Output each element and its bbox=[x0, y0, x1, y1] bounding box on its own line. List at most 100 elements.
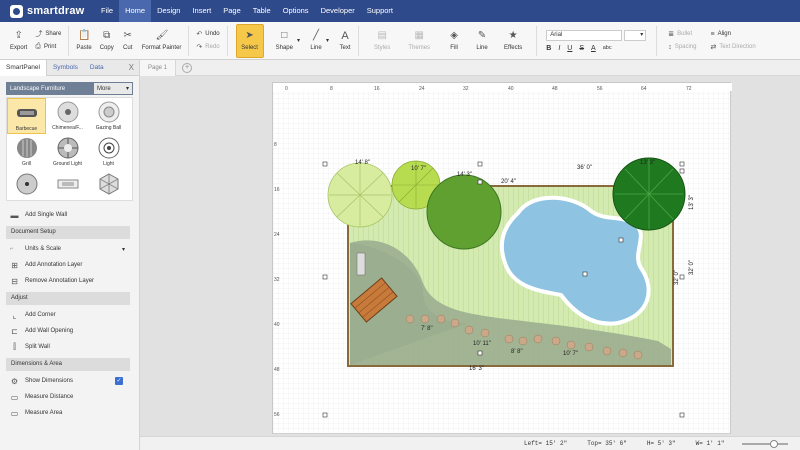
shape-barbecue[interactable]: Barbecue bbox=[7, 98, 46, 134]
strikethrough-button[interactable]: S bbox=[579, 45, 584, 52]
shape-label: Gazing Ball bbox=[95, 125, 122, 131]
shape-chimenea[interactable]: Chimenea/F... bbox=[48, 98, 87, 134]
zoom-slider-knob[interactable] bbox=[770, 439, 779, 448]
shape-light[interactable]: Light bbox=[89, 134, 128, 170]
shape-umbrella[interactable] bbox=[89, 170, 128, 200]
menu-insert[interactable]: Insert bbox=[186, 0, 217, 22]
tree-green[interactable] bbox=[426, 174, 502, 250]
add-annotation-layer-button[interactable]: ⊞ Add Annotation Layer bbox=[0, 257, 139, 273]
shape-label: Barbecue bbox=[15, 126, 38, 132]
shape-bench[interactable] bbox=[48, 170, 87, 200]
library-title: Landscape Furniture bbox=[10, 85, 66, 92]
menu-file[interactable]: File bbox=[95, 0, 119, 22]
units-scale-button[interactable]: ⌐ Units & Scale ▾ bbox=[0, 241, 139, 257]
format-painter-button[interactable]: 🖌 Format Painter bbox=[138, 24, 186, 58]
status-width: W= 1' 1" bbox=[695, 440, 725, 447]
measure-area-button[interactable]: ▭ Measure Area bbox=[0, 405, 139, 421]
menu-options[interactable]: Options bbox=[277, 0, 315, 22]
share-icon: ⤴ bbox=[35, 31, 43, 38]
italic-button[interactable]: I bbox=[558, 45, 560, 52]
app-logo[interactable]: smartdraw bbox=[0, 4, 95, 18]
align-button[interactable]: ≡ Align bbox=[710, 28, 755, 41]
barbecue-icon bbox=[15, 101, 39, 125]
remove-annotation-layer-button[interactable]: ⊟ Remove Annotation Layer bbox=[0, 273, 139, 289]
themes-button[interactable]: ▦ Themes bbox=[404, 24, 434, 58]
undo-icon: ↶ bbox=[196, 31, 203, 38]
close-panel-icon[interactable]: X bbox=[129, 63, 134, 72]
spacing-button[interactable]: ↕ Spacing bbox=[668, 41, 696, 54]
shape-tool-button[interactable]: □ Shape bbox=[272, 24, 297, 58]
font-size-select[interactable] bbox=[624, 29, 647, 41]
measure-distance-icon: ▭ bbox=[10, 392, 19, 402]
show-dimensions-toggle[interactable]: ⚙ Show Dimensions ✓ bbox=[0, 373, 139, 389]
underline-button[interactable]: U bbox=[567, 45, 572, 52]
text-direction-button[interactable]: ⇄ Text Direction bbox=[710, 41, 755, 54]
menu-table[interactable]: Table bbox=[247, 0, 277, 22]
drawing-canvas[interactable]: 0 8 16 24 32 40 48 56 64 72 8 16 24 32 4… bbox=[140, 76, 800, 436]
menu-page[interactable]: Page bbox=[217, 0, 247, 22]
bold-button[interactable]: B bbox=[546, 45, 551, 52]
add-corner-button[interactable]: ⌞ Add Corner bbox=[0, 307, 139, 323]
bullet-button[interactable]: ≣ Bullet bbox=[668, 28, 696, 41]
export-button[interactable]: ⇪ Export bbox=[6, 24, 31, 58]
print-button[interactable]: ⎙ Print bbox=[35, 41, 61, 54]
ruler-label: 40 bbox=[274, 322, 280, 328]
menu-support[interactable]: Support bbox=[361, 0, 399, 22]
drawing-page[interactable]: 0 8 16 24 32 40 48 56 64 72 8 16 24 32 4… bbox=[272, 82, 732, 435]
effects-button[interactable]: ★ Effects bbox=[500, 24, 526, 58]
share-button[interactable]: ⤴ Share bbox=[35, 28, 61, 41]
redo-button[interactable]: ↷ Redo bbox=[196, 41, 219, 54]
line-style-button[interactable]: ✎ Line bbox=[472, 24, 492, 58]
add-page-icon[interactable]: + bbox=[182, 62, 193, 73]
line-dropdown-caret-icon[interactable]: ▾ bbox=[326, 37, 329, 44]
split-wall-icon: ⫿ bbox=[13, 342, 16, 351]
show-dimensions-checkbox[interactable]: ✓ bbox=[115, 377, 123, 385]
line-label: Line bbox=[310, 45, 322, 51]
ruler-label: 32 bbox=[274, 277, 280, 283]
star-icon: ★ bbox=[508, 30, 518, 41]
more-libraries-button[interactable]: More ▾ bbox=[94, 83, 132, 94]
cut-button[interactable]: ✂ Cut bbox=[118, 24, 138, 58]
tab-page-1[interactable]: Page 1 bbox=[140, 59, 177, 76]
tree-light-green[interactable] bbox=[327, 162, 393, 228]
shape-label: Grill bbox=[22, 161, 31, 167]
menu-design[interactable]: Design bbox=[151, 0, 186, 22]
zoom-slider[interactable] bbox=[742, 439, 789, 448]
ruler-label: 16 bbox=[274, 187, 280, 193]
styles-button[interactable]: ▤ Styles bbox=[370, 24, 394, 58]
add-single-wall-button[interactable]: ▬ Add Single Wall bbox=[0, 207, 139, 223]
barbecue-shape[interactable] bbox=[356, 252, 366, 276]
measure-area-label: Measure Area bbox=[25, 410, 63, 416]
shape-dropdown-caret-icon[interactable]: ▾ bbox=[297, 37, 300, 44]
dimension-label: 32' 0" bbox=[674, 270, 680, 285]
text-direction-label: Text Direction bbox=[719, 44, 756, 50]
add-wall-opening-button[interactable]: ⊏ Add Wall Opening bbox=[0, 323, 139, 339]
copy-button[interactable]: ⧉ Copy bbox=[96, 24, 118, 58]
tab-data[interactable]: Data bbox=[84, 60, 110, 76]
menu-home[interactable]: Home bbox=[119, 0, 152, 22]
fill-button[interactable]: ◈ Fill bbox=[444, 24, 464, 58]
shape-grill[interactable]: Grill bbox=[7, 134, 46, 170]
tab-smartpanel[interactable]: SmartPanel bbox=[0, 59, 47, 76]
text-tool-button[interactable]: A Text bbox=[335, 24, 355, 58]
units-scale-label: Units & Scale bbox=[25, 246, 62, 252]
tab-symbols[interactable]: Symbols bbox=[47, 60, 84, 76]
wall-icon: ▬ bbox=[10, 210, 19, 220]
dimension-label: 7' 8" bbox=[421, 326, 433, 332]
undo-button[interactable]: ↶ Undo bbox=[196, 28, 219, 41]
measure-distance-button[interactable]: ▭ Measure Distance bbox=[0, 389, 139, 405]
select-tool-button[interactable]: ➤ Select bbox=[235, 23, 264, 58]
font-family-select[interactable]: Arial bbox=[546, 29, 623, 41]
shape-gazing-ball[interactable]: Gazing Ball bbox=[89, 98, 128, 134]
split-wall-button[interactable]: ⫿ Split Wall bbox=[0, 339, 139, 355]
text-case-button[interactable]: abc bbox=[603, 45, 612, 51]
font-color-button[interactable]: A bbox=[591, 45, 596, 52]
show-dimensions-label: Show Dimensions bbox=[25, 378, 74, 384]
shape-ground-light[interactable]: Ground Light bbox=[48, 134, 87, 170]
shape-spotlight[interactable] bbox=[7, 170, 46, 200]
tree-dark-green[interactable] bbox=[612, 157, 686, 231]
line-tool-button[interactable]: ╱ Line bbox=[306, 24, 326, 58]
menu-developer[interactable]: Developer bbox=[315, 0, 361, 22]
shape-label: Ground Light bbox=[53, 161, 82, 167]
paste-button[interactable]: 📋 Paste bbox=[72, 24, 95, 58]
